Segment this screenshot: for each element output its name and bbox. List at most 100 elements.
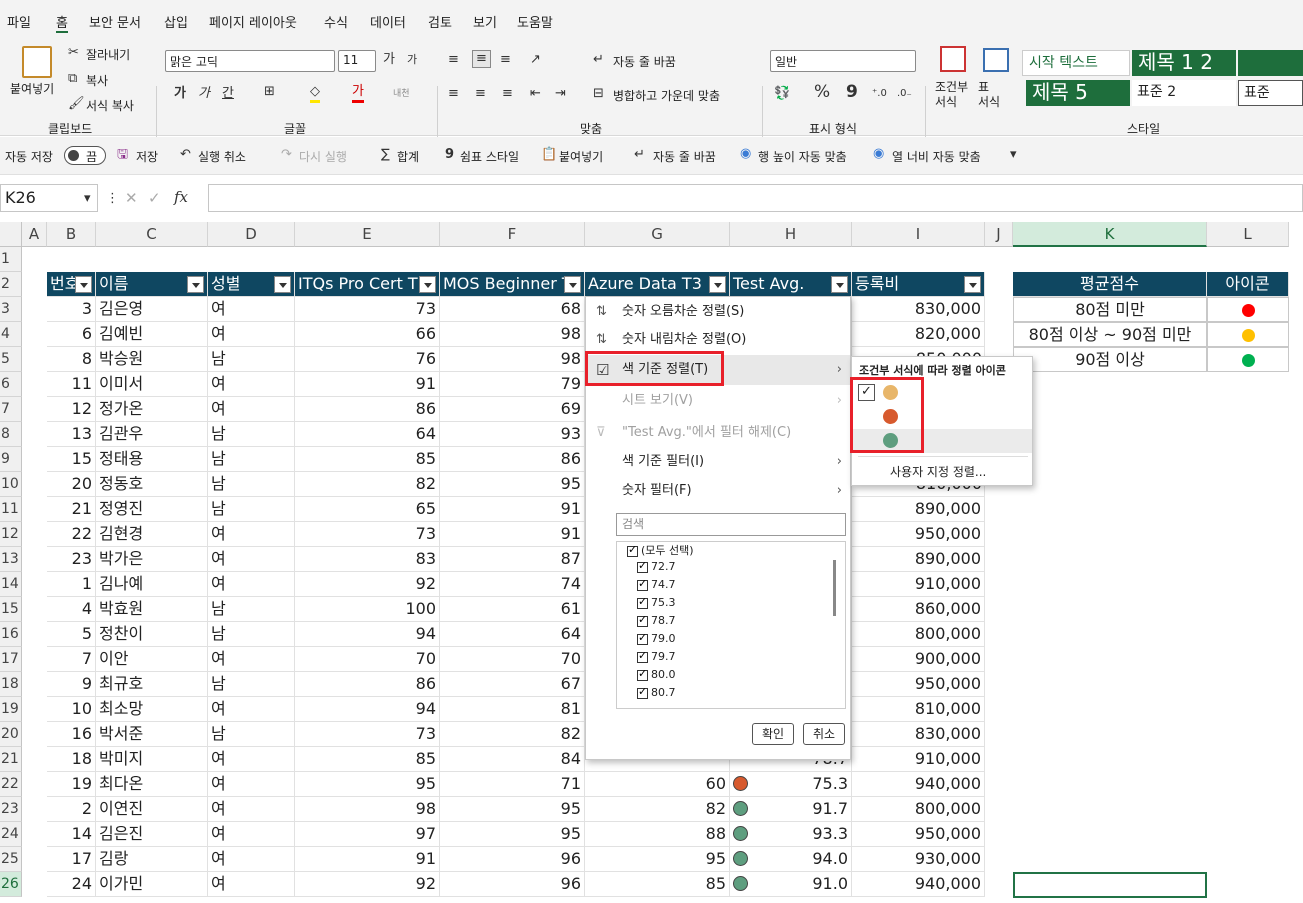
cell-gender[interactable]: 남 — [208, 347, 295, 372]
row-header[interactable]: 21 — [0, 747, 22, 772]
format-painter-icon[interactable]: 🖌 — [68, 96, 85, 112]
column-header-e[interactable]: E — [295, 222, 440, 247]
cell-name[interactable]: 김나예 — [96, 572, 208, 597]
cell-gender[interactable]: 여 — [208, 772, 295, 797]
cell-itq[interactable]: 98 — [295, 797, 440, 822]
cell-mos[interactable]: 87 — [440, 547, 585, 572]
column-header-l[interactable]: L — [1207, 222, 1289, 247]
cell-gender[interactable]: 여 — [208, 797, 295, 822]
filter-value-item[interactable]: 80.0 — [637, 667, 676, 681]
cell-name[interactable]: 김랑 — [96, 847, 208, 872]
cell-name[interactable]: 김은영 — [96, 297, 208, 322]
cell-number[interactable]: 14 — [47, 822, 96, 847]
cell-name[interactable]: 최소망 — [96, 697, 208, 722]
cell-name[interactable]: 정가온 — [96, 397, 208, 422]
tab-view[interactable]: 보기 — [473, 12, 497, 31]
cell-gender[interactable]: 남 — [208, 622, 295, 647]
style-normal-2[interactable]: 표준 2 — [1132, 80, 1236, 106]
cell-mos[interactable]: 93 — [440, 422, 585, 447]
cell-number[interactable]: 16 — [47, 722, 96, 747]
cell-itq[interactable]: 92 — [295, 572, 440, 597]
cell-mos[interactable]: 98 — [440, 347, 585, 372]
cell-itq[interactable]: 86 — [295, 672, 440, 697]
save-icon[interactable]: 🖫 — [117, 147, 128, 163]
cell-itq[interactable]: 97 — [295, 822, 440, 847]
cell-mos[interactable]: 67 — [440, 672, 585, 697]
row-header[interactable]: 5 — [0, 347, 22, 372]
cell-itq[interactable]: 94 — [295, 622, 440, 647]
filter-dropdown-button[interactable] — [564, 276, 581, 293]
cell-number[interactable]: 15 — [47, 447, 96, 472]
filter-dropdown-button[interactable] — [831, 276, 848, 293]
column-header-h[interactable]: H — [730, 222, 852, 247]
cell-itq[interactable]: 82 — [295, 472, 440, 497]
cell-test-avg[interactable]: 91.7 — [730, 797, 852, 822]
qat-paste-button[interactable]: 붙여넣기 — [559, 148, 603, 165]
style-swatch[interactable] — [1238, 50, 1303, 76]
column-header-a[interactable]: A — [22, 222, 47, 247]
percent-button[interactable]: % — [814, 84, 830, 101]
cell-mos[interactable]: 96 — [440, 847, 585, 872]
italic-button[interactable]: 가 — [198, 86, 210, 102]
cell-test-avg[interactable]: 75.3 — [730, 772, 852, 797]
save-button[interactable]: 저장 — [136, 148, 158, 165]
wrap-small-icon[interactable]: ↵ — [634, 147, 645, 163]
row-header[interactable]: 19 — [0, 697, 22, 722]
row-header[interactable]: 18 — [0, 672, 22, 697]
filter-dropdown-button[interactable] — [964, 276, 981, 293]
cell-number[interactable]: 21 — [47, 497, 96, 522]
cell-fee[interactable]: 940,000 — [852, 772, 985, 797]
filter-value-item[interactable]: 78.7 — [637, 613, 676, 627]
cell-fee[interactable]: 890,000 — [852, 547, 985, 572]
cell-itq[interactable]: 64 — [295, 422, 440, 447]
cell-fee[interactable]: 800,000 — [852, 797, 985, 822]
cell-gender[interactable]: 여 — [208, 747, 295, 772]
cell-itq[interactable]: 92 — [295, 872, 440, 897]
cell-itq[interactable]: 70 — [295, 647, 440, 672]
redo-icon[interactable]: ↷ — [281, 147, 292, 163]
font-size-select[interactable]: 11 — [338, 50, 376, 72]
legend-icon-cell[interactable] — [1207, 322, 1289, 347]
column-header-d[interactable]: D — [208, 222, 295, 247]
col-width-button[interactable]: 열 너비 자동 맞춤 — [892, 148, 981, 165]
paste-small-icon[interactable]: 📋 — [541, 147, 557, 163]
cell-itq[interactable]: 94 — [295, 697, 440, 722]
cell-itq[interactable]: 73 — [295, 297, 440, 322]
align-center-icon[interactable]: ≡ — [475, 86, 486, 102]
insert-function-button[interactable]: fx — [174, 189, 188, 205]
row-header[interactable]: 24 — [0, 822, 22, 847]
orientation-icon[interactable]: ↗ — [530, 52, 541, 68]
filter-dropdown-button[interactable] — [75, 276, 92, 293]
cell-gender[interactable]: 여 — [208, 372, 295, 397]
grow-font-button[interactable]: 가 — [383, 52, 395, 68]
cell-itq[interactable]: 66 — [295, 322, 440, 347]
undo-icon[interactable]: ↶ — [180, 147, 191, 163]
align-top-icon[interactable]: ≡ — [448, 52, 459, 68]
cell-name[interactable]: 정영진 — [96, 497, 208, 522]
copy-icon[interactable]: ⧉ — [68, 71, 77, 87]
cell-fee[interactable]: 930,000 — [852, 847, 985, 872]
tab-review[interactable]: 검토 — [428, 12, 452, 31]
cell-fee[interactable]: 860,000 — [852, 597, 985, 622]
row-header[interactable]: 16 — [0, 622, 22, 647]
row-header[interactable]: 25 — [0, 847, 22, 872]
cell-fee[interactable]: 950,000 — [852, 522, 985, 547]
cell-itq[interactable]: 100 — [295, 597, 440, 622]
cell-mos[interactable]: 95 — [440, 797, 585, 822]
sort-descending-item[interactable]: ⇅ 숫자 내림차순 정렬(O) — [586, 326, 850, 354]
cell-itq[interactable]: 85 — [295, 747, 440, 772]
cut-button[interactable]: 잘라내기 — [86, 46, 130, 63]
column-header-g[interactable]: G — [585, 222, 730, 247]
cell-name[interactable]: 정찬이 — [96, 622, 208, 647]
row-header[interactable]: 2 — [0, 272, 22, 297]
row-header[interactable]: 1 — [0, 247, 22, 272]
cell-number[interactable]: 7 — [47, 647, 96, 672]
checkbox-icon[interactable] — [637, 595, 648, 609]
cell-name[interactable]: 김관우 — [96, 422, 208, 447]
wrap-text-icon[interactable]: ↵ — [593, 52, 604, 68]
border-icon[interactable]: ⊞ — [264, 84, 275, 100]
checkbox-icon[interactable] — [637, 667, 648, 681]
select-all-corner[interactable] — [0, 222, 22, 247]
cell-gender[interactable]: 여 — [208, 397, 295, 422]
underline-button[interactable]: 간 — [222, 86, 234, 102]
